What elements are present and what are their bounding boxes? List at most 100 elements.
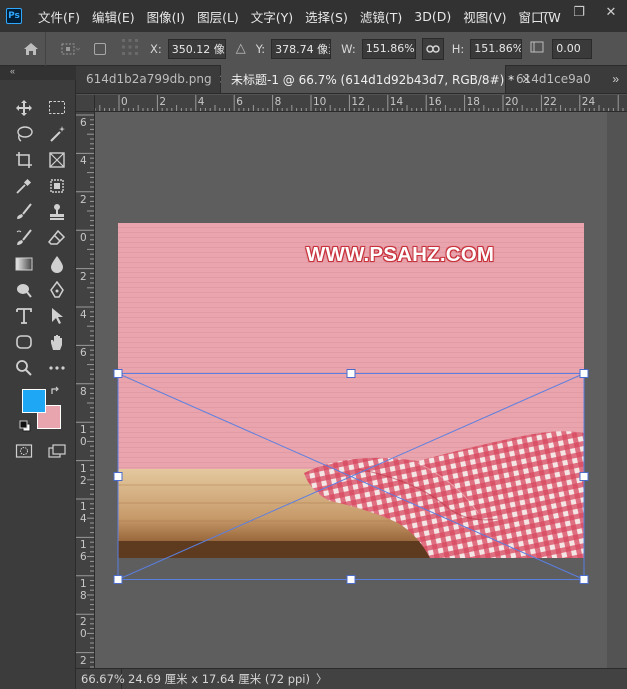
tab-label: 614d1ce9a0 (516, 72, 591, 86)
ruler-label: 4 (80, 155, 87, 168)
dodge-tool-icon[interactable] (13, 279, 35, 301)
shape-tool-icon[interactable] (13, 331, 35, 353)
ruler-label: 1 (80, 424, 87, 437)
document-info: 24.69 厘米 x 17.64 厘米 (72 ppi) (128, 672, 310, 686)
link-icon (426, 44, 440, 53)
ruler-label: 0 (80, 232, 87, 245)
delta-icon[interactable]: △ (236, 41, 246, 56)
zoom-tool-icon[interactable] (13, 357, 35, 379)
foreground-color-swatch[interactable] (22, 389, 46, 413)
ruler-label: 2 (80, 474, 87, 487)
zoom-level-field[interactable]: 66.67% (76, 668, 125, 689)
tab-document-3[interactable]: 614d1ce9a0 (506, 65, 596, 93)
stamp-tool-icon[interactable] (46, 201, 68, 223)
ruler-label: 6 (236, 96, 243, 108)
ruler-label: 6 (80, 117, 87, 129)
document-canvas[interactable] (118, 223, 584, 558)
restore-button[interactable]: ❐ (563, 0, 595, 24)
patch-tool-icon[interactable] (46, 175, 68, 197)
menu-filter[interactable]: 滤镜(T) (360, 7, 402, 26)
ruler-label: 2 (159, 96, 167, 108)
ruler-label: 16 (428, 96, 442, 108)
status-bar: 66.67% 24.69 厘米 x 17.64 厘米 (72 ppi) 〉 (76, 668, 627, 689)
menu-view[interactable]: 视图(V) (463, 7, 506, 26)
status-menu-arrow[interactable]: 〉 (316, 671, 328, 687)
ruler-label: 1 (80, 539, 87, 552)
watermark-text: WWW.PSAHZ.COM (306, 243, 495, 266)
ruler-origin[interactable] (76, 95, 95, 112)
angle-field[interactable]: 0.00 (552, 38, 593, 59)
photoshop-app-icon[interactable]: Ps (6, 8, 22, 24)
x-position-field[interactable]: 350.12 像素 (167, 38, 226, 59)
reference-point-icon[interactable] (60, 41, 80, 57)
eyedropper-tool-icon[interactable] (13, 175, 35, 197)
menu-bar: Ps 文件(F) 编辑(E) 图像(I) 图层(L) 文字(Y) 选择(S) 滤… (0, 0, 627, 32)
menu-edit[interactable]: 编辑(E) (92, 7, 135, 26)
ruler-label: 4 (80, 309, 87, 321)
ruler-label: 4 (80, 513, 87, 525)
rotate-icon (530, 41, 544, 56)
use-reference-point-checkbox[interactable] (94, 42, 106, 55)
more-tools-icon[interactable] (46, 357, 68, 379)
tab-document-1[interactable]: 614d1b2a799db.png × (76, 65, 229, 93)
vertical-ruler[interactable]: 6420246810121416182022 (76, 95, 95, 668)
gradient-tool-icon[interactable] (13, 253, 35, 275)
ruler-label: 12 (351, 96, 365, 108)
ruler-label: 8 (274, 96, 282, 108)
crop-tool-icon[interactable] (13, 149, 35, 171)
swap-colors-icon[interactable] (49, 385, 61, 397)
menu-image[interactable]: 图像(I) (147, 7, 185, 26)
frame-tool-icon[interactable] (46, 149, 68, 171)
ruler-label: 8 (80, 589, 87, 602)
window-controls: — ❐ ✕ (531, 0, 627, 24)
close-button[interactable]: ✕ (595, 0, 627, 24)
ruler-label: 0 (80, 436, 87, 449)
ruler-label: 1 (80, 577, 87, 590)
menu-file[interactable]: 文件(F) (38, 7, 80, 26)
type-tool-icon[interactable] (13, 305, 35, 327)
document-tabs: 614d1b2a799db.png × 未标题-1 @ 66.7% (614d1… (76, 65, 627, 94)
canvas-image (118, 223, 584, 558)
ruler-label: 2 (80, 193, 87, 206)
menu-select[interactable]: 选择(S) (305, 7, 348, 26)
y-position-field[interactable]: 378.74 像素 (271, 38, 332, 59)
blur-tool-icon[interactable] (46, 253, 68, 275)
menu-3d[interactable]: 3D(D) (414, 9, 451, 24)
move-tool-icon[interactable] (13, 97, 35, 119)
pen-tool-icon[interactable] (46, 279, 68, 301)
menu-type[interactable]: 文字(Y) (251, 7, 293, 26)
default-colors-icon[interactable] (18, 419, 32, 433)
magic-wand-tool-icon[interactable] (46, 123, 68, 145)
ruler-label: 10 (313, 96, 327, 108)
brush-tool-icon[interactable] (13, 201, 35, 223)
ruler-label: 2 (80, 270, 87, 283)
maintain-aspect-button[interactable] (421, 37, 444, 60)
ruler-label: 14 (389, 96, 404, 108)
tab-label: 614d1b2a799db.png (86, 72, 212, 86)
screen-mode-icon[interactable] (46, 440, 68, 462)
path-select-tool-icon[interactable] (46, 305, 68, 327)
history-brush-tool-icon[interactable] (13, 227, 35, 249)
vertical-scroll-area[interactable] (607, 112, 627, 668)
eraser-tool-icon[interactable] (46, 227, 68, 249)
height-field[interactable]: 151.86% (470, 38, 523, 59)
ruler-label: 0 (80, 628, 87, 641)
hand-tool-icon[interactable] (46, 331, 68, 353)
y-label: Y: (255, 41, 266, 56)
ruler-label: 22 (543, 96, 557, 108)
quick-mask-icon[interactable] (13, 440, 35, 462)
width-field[interactable]: 151.86% (361, 38, 416, 59)
ruler-label: 18 (466, 96, 480, 108)
more-tabs-icon[interactable]: » (612, 72, 619, 86)
ruler-label: 1 (80, 501, 87, 513)
horizontal-ruler[interactable]: 0 2 4 6 8 10 12 14 16 18 20 22 24 (95, 95, 627, 112)
home-button[interactable] (16, 31, 46, 66)
tab-document-active[interactable]: 未标题-1 @ 66.7% (614d1d92b43d7, RGB/8#) * … (221, 65, 531, 93)
collapse-toolbar-icon[interactable]: « (10, 66, 15, 76)
lasso-tool-icon[interactable] (13, 123, 35, 145)
x-label: X: (150, 41, 162, 56)
ruler-label: 20 (505, 96, 519, 108)
marquee-tool-icon[interactable] (46, 97, 68, 119)
menu-layer[interactable]: 图层(L) (197, 7, 239, 26)
minimize-button[interactable]: — (531, 0, 563, 24)
